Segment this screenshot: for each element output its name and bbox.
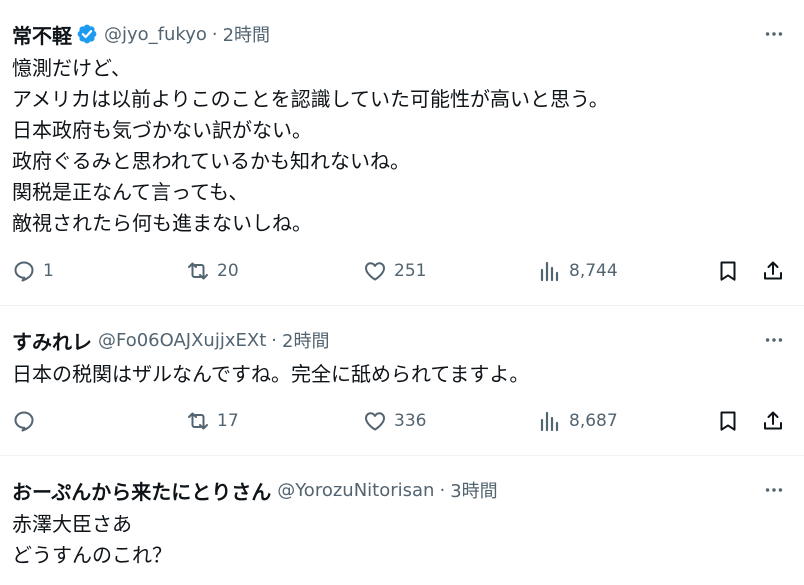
retweet-icon: [186, 409, 210, 433]
views-icon: [538, 409, 562, 433]
tweet-header: すみれレ @Fo06OAJXujjxEXt · 2時間: [12, 326, 329, 355]
tweet-header: おーぷんから来たにとりさん @YorozuNitorisan · 3時間: [12, 476, 498, 505]
tweet-text-line: どうすんのこれ？: [12, 543, 172, 567]
reply-icon: [12, 409, 36, 433]
verified-badge-icon: [76, 23, 98, 45]
tweet-2[interactable]: すみれレ @Fo06OAJXujjxEXt · 2時間 日本の税関はザルなんです…: [0, 306, 804, 455]
tweet-text-line: 日本政府も気づかない訳がない。: [12, 118, 312, 142]
timestamp[interactable]: 2時間: [282, 327, 329, 353]
tweet-header: 常不軽 @jyo_fukyo · 2時間: [12, 20, 270, 49]
tweet-text-line: 赤澤大臣さあ: [12, 512, 132, 536]
retweet-button[interactable]: 17: [186, 407, 239, 435]
retweet-count: 20: [217, 261, 239, 281]
tweet-text-line: 憶測だけど、: [12, 56, 131, 80]
views-icon: [538, 259, 562, 283]
tweet-text-line: 日本の税関はザルなんですね。完全に舐められてますよ。: [12, 362, 530, 386]
tweet-text-line: 関税是正なんて言っても、: [12, 180, 249, 204]
views-button[interactable]: 8,744: [538, 257, 618, 285]
display-name[interactable]: おーぷんから来たにとりさん: [12, 476, 271, 505]
heart-icon: [363, 259, 387, 283]
more-icon[interactable]: [762, 328, 786, 352]
bookmark-icon[interactable]: [716, 257, 740, 285]
views-count: 8,687: [569, 411, 618, 431]
tweet-actions: 1 20 251 8,744: [0, 257, 804, 285]
like-button[interactable]: 336: [363, 407, 426, 435]
reply-button[interactable]: 1: [12, 257, 54, 285]
views-button[interactable]: 8,687: [538, 407, 618, 435]
reply-button[interactable]: [12, 407, 36, 435]
like-count: 251: [394, 261, 427, 281]
more-icon[interactable]: [762, 478, 786, 502]
like-button[interactable]: 251: [363, 257, 426, 285]
user-handle[interactable]: @jyo_fukyo: [104, 24, 207, 45]
retweet-count: 17: [217, 411, 239, 431]
tweet-text: 日本の税関はザルなんですね。完全に舐められてますよ。: [12, 359, 782, 390]
tweet-text: 憶測だけど、 アメリカは以前よりこのことを認識していた可能性が高いと思う。 日本…: [12, 53, 782, 239]
timestamp[interactable]: 3時間: [450, 477, 497, 503]
tweet-text-line: 敵視されたら何も進まないしね。: [12, 211, 312, 235]
reply-count: 1: [43, 261, 54, 281]
separator-dot: ·: [439, 479, 446, 501]
tweet-1[interactable]: 常不軽 @jyo_fukyo · 2時間 憶測だけど、 アメリカは以前よりこのこ…: [0, 0, 804, 305]
tweet-text-line: 政府ぐるみと思われているかも知れないね。: [12, 149, 410, 173]
retweet-button[interactable]: 20: [186, 257, 239, 285]
more-icon[interactable]: [762, 22, 786, 46]
like-count: 336: [394, 411, 427, 431]
tweet-text: 赤澤大臣さあ どうすんのこれ？: [12, 509, 782, 571]
views-count: 8,744: [569, 261, 618, 281]
retweet-icon: [186, 259, 210, 283]
bookmark-icon[interactable]: [716, 407, 740, 435]
share-icon[interactable]: [761, 407, 785, 435]
timestamp[interactable]: 2時間: [223, 21, 270, 47]
reply-icon: [12, 259, 36, 283]
tweet-text-line: アメリカは以前よりこのことを認識していた可能性が高いと思う。: [12, 87, 609, 111]
tweet-3[interactable]: おーぷんから来たにとりさん @YorozuNitorisan · 3時間 赤澤大…: [0, 456, 804, 585]
share-icon[interactable]: [761, 257, 785, 285]
display-name[interactable]: 常不軽: [12, 20, 72, 49]
heart-icon: [363, 409, 387, 433]
separator-dot: ·: [211, 23, 218, 45]
user-handle[interactable]: @YorozuNitorisan: [277, 480, 434, 501]
tweet-actions: 17 336 8,687: [0, 407, 804, 435]
user-handle[interactable]: @Fo06OAJXujjxEXt: [98, 330, 266, 351]
display-name[interactable]: すみれレ: [12, 326, 92, 355]
separator-dot: ·: [271, 329, 277, 351]
